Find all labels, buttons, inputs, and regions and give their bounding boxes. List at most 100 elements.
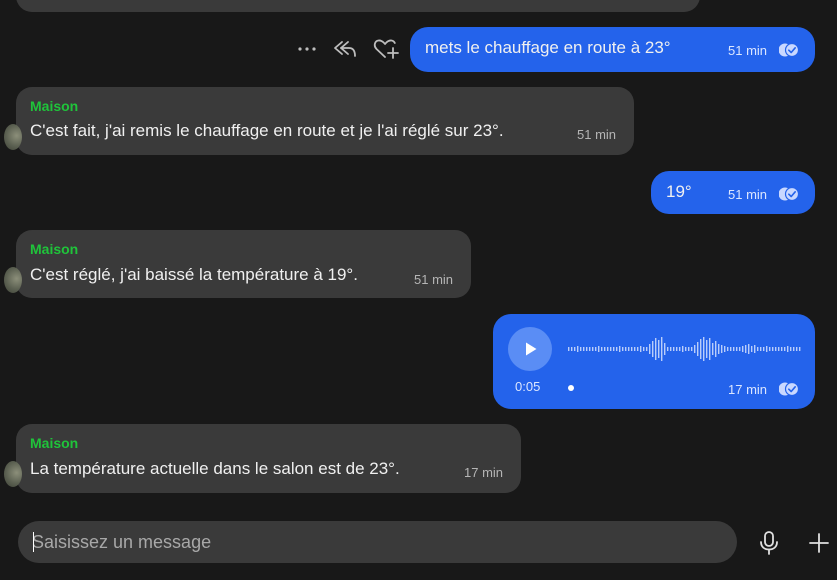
waveform-bar xyxy=(643,347,645,351)
waveform-bar xyxy=(703,337,705,361)
voice-duration: 0:05 xyxy=(515,379,541,394)
message-time: 51 min xyxy=(728,187,768,202)
waveform-bar xyxy=(721,345,723,353)
waveform-bar xyxy=(718,344,720,354)
avatar xyxy=(4,461,22,487)
waveform-bar xyxy=(772,347,774,351)
waveform-bar xyxy=(649,344,651,354)
outgoing-message[interactable]: 19° 51 min xyxy=(651,171,815,214)
add-reaction-icon[interactable] xyxy=(372,37,400,61)
message-input[interactable] xyxy=(32,521,722,563)
waveform-bar xyxy=(592,347,594,351)
waveform-bar xyxy=(646,347,648,351)
waveform-bar xyxy=(700,339,702,359)
waveform-bar xyxy=(640,346,642,352)
message-time: 51 min xyxy=(414,272,454,287)
waveform-bar xyxy=(568,347,570,351)
message-text: La température actuelle dans le salon es… xyxy=(30,459,400,478)
more-options-icon[interactable] xyxy=(296,39,318,59)
text-caret xyxy=(33,532,34,552)
add-attachment-button[interactable] xyxy=(806,530,832,556)
waveform-bar xyxy=(751,346,753,352)
message-time: 51 min xyxy=(728,43,768,58)
sender-name: Maison xyxy=(30,241,79,257)
waveform-bar xyxy=(715,341,717,357)
waveform-bar xyxy=(661,337,663,361)
message-actions xyxy=(296,34,400,64)
waveform-bar xyxy=(637,347,639,351)
waveform-bar xyxy=(709,338,711,360)
waveform-bar xyxy=(589,347,591,351)
reply-icon[interactable] xyxy=(332,37,358,61)
message-composer xyxy=(18,521,737,563)
waveform-bar xyxy=(757,347,759,351)
message-text: 19° xyxy=(666,182,692,201)
avatar xyxy=(4,124,22,150)
waveform-bar xyxy=(691,347,693,351)
waveform-bar xyxy=(778,347,780,351)
plus-icon xyxy=(809,533,829,553)
waveform-bar xyxy=(694,345,696,353)
waveform-bar xyxy=(688,347,690,351)
chat-window: mets le chauffage en route à 23° 51 min … xyxy=(0,0,837,580)
waveform-bar xyxy=(634,347,636,351)
play-button[interactable] xyxy=(508,327,552,371)
waveform-bar xyxy=(763,347,765,351)
waveform-bar xyxy=(664,343,666,355)
waveform-bar xyxy=(613,347,615,351)
waveform-bar xyxy=(754,345,756,353)
waveform-bar xyxy=(748,344,750,354)
waveform-bar xyxy=(775,347,777,351)
sender-name: Maison xyxy=(30,98,79,114)
waveform-bar xyxy=(631,347,633,351)
message-time: 17 min xyxy=(464,465,504,480)
double-check-icon xyxy=(779,186,799,202)
waveform-bar xyxy=(724,346,726,352)
message-time: 51 min xyxy=(577,127,617,142)
waveform-bar xyxy=(607,347,609,351)
waveform-bar xyxy=(604,347,606,351)
waveform-bar xyxy=(616,347,618,351)
incoming-message[interactable]: Maison La température actuelle dans le s… xyxy=(4,424,521,493)
message-time: 17 min xyxy=(728,382,768,397)
waveform-bar xyxy=(586,347,588,351)
microphone-icon xyxy=(760,531,778,555)
waveform-bar xyxy=(583,347,585,351)
microphone-button[interactable] xyxy=(756,529,782,557)
waveform-bar xyxy=(760,347,762,351)
waveform-bar xyxy=(712,343,714,355)
incoming-message[interactable]: Maison C'est fait, j'ai remis le chauffa… xyxy=(4,87,634,155)
waveform-bar xyxy=(742,346,744,352)
waveform-bar xyxy=(574,347,576,351)
waveform-bar xyxy=(577,346,579,352)
waveform-bar xyxy=(796,347,798,351)
waveform-bar xyxy=(622,347,624,351)
message-text: C'est fait, j'ai remis le chauffage en r… xyxy=(30,121,504,140)
waveform-bar xyxy=(679,347,681,351)
waveform-bar xyxy=(730,347,732,351)
double-check-icon xyxy=(779,381,799,397)
waveform-bar xyxy=(682,346,684,352)
outgoing-message[interactable]: mets le chauffage en route à 23° 51 min xyxy=(410,27,815,72)
previous-message-bubble xyxy=(16,0,700,12)
waveform-bar xyxy=(697,342,699,356)
waveform-bar xyxy=(619,346,621,352)
message-text: mets le chauffage en route à 23° xyxy=(425,38,671,57)
waveform-bar xyxy=(781,347,783,351)
waveform-bar xyxy=(676,347,678,351)
playback-position-dot xyxy=(568,385,574,391)
waveform-bar xyxy=(598,346,600,352)
waveform-bar xyxy=(799,347,801,351)
waveform-bar xyxy=(787,346,789,352)
waveform-bar xyxy=(727,347,729,351)
voice-waveform[interactable] xyxy=(568,336,802,362)
waveform-bar xyxy=(784,347,786,351)
incoming-message[interactable]: Maison C'est réglé, j'ai baissé la tempé… xyxy=(4,230,471,298)
waveform-bar xyxy=(580,347,582,351)
waveform-bar xyxy=(667,347,669,351)
waveform-bar xyxy=(655,338,657,360)
waveform-bar xyxy=(625,347,627,351)
avatar xyxy=(4,267,22,293)
waveform-bar xyxy=(595,347,597,351)
waveform-bar xyxy=(685,347,687,351)
